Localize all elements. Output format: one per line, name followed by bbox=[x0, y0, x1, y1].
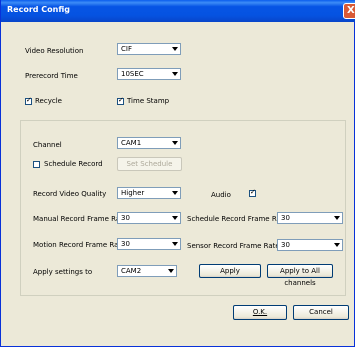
apply-to-all-channels-button[interactable]: Apply to All channels bbox=[267, 264, 333, 287]
sensor-frame-rate-label: Sensor Record Frame Rate bbox=[187, 242, 280, 250]
manual-frame-rate-label: Manual Record Frame Rate bbox=[33, 215, 128, 223]
channel-value: CAM1 bbox=[121, 139, 142, 147]
check-icon: ✓ bbox=[26, 96, 32, 104]
sensor-frame-rate-select[interactable]: 30 bbox=[277, 239, 343, 251]
prerecord-time-select[interactable]: 10SEC bbox=[117, 68, 181, 80]
schedule-frame-rate-select[interactable]: 30 bbox=[277, 212, 343, 224]
video-resolution-value: CIF bbox=[121, 45, 132, 53]
title-bar[interactable]: Record Config X bbox=[1, 0, 355, 22]
recycle-label: Recycle bbox=[35, 97, 62, 105]
check-icon: ✓ bbox=[250, 188, 256, 196]
window-title: Record Config bbox=[7, 5, 70, 14]
schedule-record-checkbox[interactable] bbox=[33, 161, 40, 168]
chevron-down-icon bbox=[172, 141, 178, 145]
set-schedule-button[interactable]: Set Schedule bbox=[117, 157, 182, 171]
chevron-down-icon bbox=[172, 216, 178, 220]
chevron-down-icon bbox=[168, 269, 174, 273]
close-button[interactable]: X bbox=[343, 3, 355, 19]
record-video-quality-select[interactable]: Higher bbox=[117, 187, 181, 199]
cancel-button[interactable]: Cancel bbox=[293, 305, 349, 320]
channel-label: Channel bbox=[33, 141, 62, 149]
video-resolution-select[interactable]: CIF bbox=[117, 43, 181, 55]
video-resolution-label: Video Resolution bbox=[25, 47, 84, 55]
chevron-down-icon bbox=[334, 216, 340, 220]
apply-settings-to-label: Apply settings to bbox=[33, 268, 93, 276]
manual-frame-rate-value: 30 bbox=[121, 214, 130, 222]
ok-button[interactable]: O.K. bbox=[233, 305, 287, 320]
apply-settings-to-select[interactable]: CAM2 bbox=[117, 265, 177, 277]
close-icon: X bbox=[347, 5, 355, 16]
record-video-quality-label: Record Video Quality bbox=[33, 190, 107, 198]
record-video-quality-value: Higher bbox=[121, 189, 145, 197]
chevron-down-icon bbox=[172, 242, 178, 246]
manual-frame-rate-select[interactable]: 30 bbox=[117, 212, 181, 224]
check-icon: ✓ bbox=[118, 96, 124, 104]
schedule-record-label: Schedule Record bbox=[44, 160, 103, 168]
schedule-frame-rate-value: 30 bbox=[281, 214, 290, 222]
time-stamp-checkbox[interactable]: ✓ bbox=[117, 96, 124, 105]
audio-label: Audio bbox=[211, 191, 231, 199]
prerecord-time-label: Prerecord Time bbox=[25, 72, 78, 80]
apply-settings-to-value: CAM2 bbox=[121, 267, 142, 275]
record-config-window: Record Config X Video Resolution CIF Pre… bbox=[0, 0, 355, 347]
motion-frame-rate-label: Motion Record Frame Rate bbox=[33, 241, 126, 249]
chevron-down-icon bbox=[172, 191, 178, 195]
time-stamp-label: Time Stamp bbox=[127, 97, 170, 105]
chevron-down-icon bbox=[334, 243, 340, 247]
apply-button[interactable]: Apply bbox=[199, 264, 261, 278]
chevron-down-icon bbox=[172, 72, 178, 76]
prerecord-time-value: 10SEC bbox=[121, 70, 144, 78]
channel-select[interactable]: CAM1 bbox=[117, 137, 181, 149]
motion-frame-rate-select[interactable]: 30 bbox=[117, 238, 181, 250]
chevron-down-icon bbox=[172, 47, 178, 51]
sensor-frame-rate-value: 30 bbox=[281, 241, 290, 249]
audio-checkbox[interactable]: ✓ bbox=[249, 188, 256, 197]
schedule-frame-rate-label: Schedule Record Frame Rate bbox=[187, 215, 288, 223]
recycle-checkbox[interactable]: ✓ bbox=[25, 96, 32, 105]
motion-frame-rate-value: 30 bbox=[121, 240, 130, 248]
